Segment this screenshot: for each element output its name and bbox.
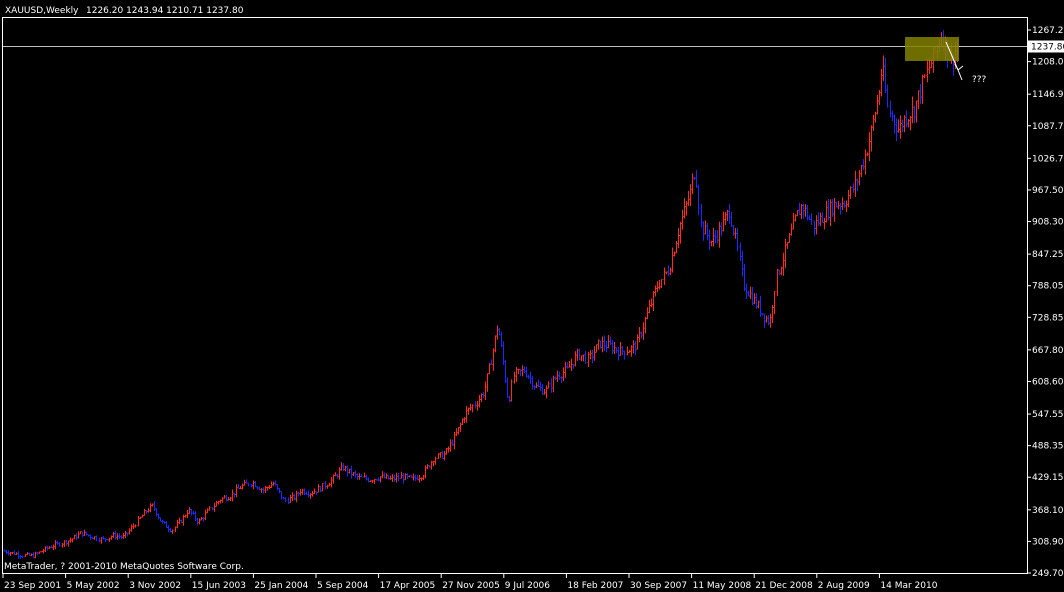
- y-tick-label: 308.90: [1032, 537, 1064, 547]
- ohlc-bar: [40, 551, 43, 553]
- x-tick-label: 23 Sep 2001: [4, 581, 61, 591]
- y-tick-label: 488.35: [1032, 442, 1064, 452]
- x-tick-label: 21 Dec 2008: [755, 581, 813, 591]
- x-tick-label: 30 Sep 2007: [630, 581, 687, 591]
- x-tick-label: 15 Jun 2003: [192, 581, 246, 591]
- y-tick-label: 667.80: [1032, 346, 1064, 356]
- chart-header-symbol: XAUUSD,Weekly: [5, 6, 79, 16]
- y-tick-label: 1087.75: [1032, 122, 1064, 132]
- y-tick-label: 1146.95: [1032, 90, 1064, 100]
- annotation-text: ???: [972, 75, 987, 85]
- price-chart[interactable]: 1267.20 1208.00 1146.95 1087.75 1026.70 967.5…: [0, 0, 1064, 592]
- x-tick-label: 17 Apr 2005: [380, 581, 436, 591]
- current-price-label: 1237.80: [1031, 43, 1064, 53]
- y-tick-label: 847.25: [1032, 250, 1064, 260]
- copyright-text: MetaTrader, ? 2001-2010 MetaQuotes Softw…: [4, 562, 244, 572]
- x-tick-label: 14 Mar 2010: [880, 581, 937, 591]
- x-tick-label: 27 Nov 2005: [442, 581, 500, 591]
- x-tick-label: 11 May 2008: [693, 581, 752, 591]
- y-tick-label: 1208.00: [1032, 58, 1064, 68]
- chart-header-ohlc: 1226.20 1243.94 1210.71 1237.80: [86, 6, 244, 16]
- y-tick-label: 728.85: [1032, 313, 1064, 323]
- y-tick-label: 967.50: [1032, 186, 1064, 196]
- y-tick-label: 788.05: [1032, 282, 1064, 292]
- x-tick-label: 18 Feb 2007: [567, 581, 623, 591]
- x-tick-label: 25 Jan 2004: [254, 581, 308, 591]
- x-tick-label: 9 Jul 2006: [505, 581, 550, 591]
- y-tick-label: 368.10: [1032, 506, 1064, 516]
- chart-background: [0, 0, 1064, 592]
- y-tick-label: 429.15: [1032, 473, 1064, 483]
- y-tick-label: 608.60: [1032, 377, 1064, 387]
- y-tick-label: 547.55: [1032, 410, 1064, 420]
- y-tick-label: 1026.70: [1032, 154, 1064, 164]
- x-tick-label: 2 Aug 2009: [818, 581, 870, 591]
- x-tick-label: 3 Nov 2002: [129, 581, 181, 591]
- x-tick-label: 5 May 2002: [67, 581, 120, 591]
- highlight-box: [905, 37, 959, 61]
- y-tick-label: 1267.20: [1032, 26, 1064, 36]
- y-tick-label: 249.70: [1032, 569, 1064, 579]
- x-tick-label: 5 Sep 2004: [317, 581, 369, 591]
- y-tick-label: 908.30: [1032, 218, 1064, 228]
